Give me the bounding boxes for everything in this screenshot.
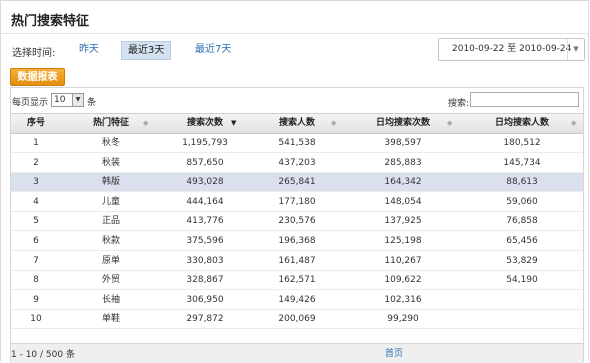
row-daily-searcher-count: 59,060: [506, 196, 538, 207]
row-searcher-count: 200,069: [278, 314, 316, 325]
column-header-daily-search-count[interactable]: 日均搜索次数: [345, 114, 461, 133]
row-feature: 正品: [101, 216, 120, 227]
row-feature: 秋款: [101, 236, 120, 246]
row-search-count: 1,195,793: [182, 138, 228, 148]
table-row[interactable]: 8 外贸 328,867 162,571 109,622 54,190: [11, 271, 583, 291]
column-header-daily-searcher-count[interactable]: 日均搜索人数: [461, 114, 583, 133]
row-index: 2: [33, 157, 39, 168]
row-feature: 秋冬: [101, 138, 120, 148]
row-search-count: 328,867: [186, 275, 224, 286]
row-searcher-count: 162,571: [278, 275, 316, 286]
row-index: 8: [33, 275, 39, 286]
row-index: 6: [33, 236, 39, 246]
row-daily-search-count: 125,198: [384, 236, 422, 246]
row-searcher-count: 265,841: [278, 177, 316, 188]
row-index: 1: [33, 138, 39, 148]
row-searcher-count: 161,487: [278, 255, 316, 266]
title-divider: [0, 33, 589, 34]
row-search-count: 306,950: [186, 294, 224, 305]
table-row[interactable]: 9 长袖 306,950 149,426 102,316: [11, 291, 583, 310]
row-search-count: 493,028: [186, 177, 224, 188]
row-daily-search-count: 99,290: [387, 314, 419, 325]
row-feature: 长袖: [101, 294, 120, 305]
row-searcher-count: 196,368: [278, 236, 316, 246]
time-option-last-3-days[interactable]: 最近3天: [121, 41, 172, 60]
row-search-count: 375,596: [186, 236, 224, 246]
search-input[interactable]: [470, 92, 579, 107]
row-feature: 韩版: [101, 177, 120, 188]
row-searcher-count: 149,426: [278, 294, 316, 305]
time-filter-label: 选择时间:: [12, 48, 56, 59]
row-searcher-count: 230,576: [278, 216, 316, 227]
row-daily-search-count: 164,342: [384, 177, 422, 188]
row-feature: 原单: [101, 255, 120, 266]
table-row[interactable]: 6 秋款 375,596 196,368 125,198 65,456: [11, 232, 583, 251]
table-header: 序号 热门特征 ◆ 搜索次数 ▼ 搜索人数 ◆ 日均搜索次数 ◆ 日均搜索人数 …: [11, 113, 583, 134]
chevron-down-icon[interactable]: ▼: [567, 39, 584, 60]
per-page-value: 10: [54, 95, 66, 105]
pagination-info: 1 - 10 / 500 条: [11, 350, 75, 360]
row-daily-searcher-count: 145,734: [503, 157, 541, 168]
first-page-link[interactable]: 首页: [385, 346, 403, 359]
row-search-count: 413,776: [186, 216, 224, 227]
chevron-down-icon: ▼: [72, 94, 83, 106]
table-row[interactable]: 1 秋冬 1,195,793 541,538 398,597 180,512: [11, 134, 583, 153]
row-daily-search-count: 148,054: [384, 196, 422, 207]
sort-icon[interactable]: ◆: [143, 114, 148, 133]
row-daily-search-count: 398,597: [384, 138, 422, 148]
sort-icon[interactable]: ◆: [571, 114, 576, 133]
row-daily-searcher-count: 53,829: [506, 255, 538, 266]
search-label: 搜索:: [448, 99, 470, 109]
row-daily-search-count: 102,316: [384, 294, 422, 305]
row-daily-search-count: 110,267: [384, 255, 422, 266]
table-row[interactable]: 10 单鞋 297,872 200,069 99,290: [11, 310, 583, 330]
date-range-picker[interactable]: 2010-09-22 至 2010-09-24 ▼: [438, 38, 585, 61]
row-daily-searcher-count: 76,858: [506, 216, 538, 227]
time-option-yesterday[interactable]: 昨天: [73, 41, 105, 58]
table-row[interactable]: 4 儿童 444,164 177,180 148,054 59,060: [11, 193, 583, 212]
row-daily-searcher-count: 54,190: [506, 275, 538, 286]
sort-icon[interactable]: ◆: [331, 114, 336, 133]
row-searcher-count: 177,180: [278, 196, 316, 207]
date-from: 2010-09-22: [452, 44, 505, 54]
table-row[interactable]: 5 正品 413,776 230,576 137,925 76,858: [11, 212, 583, 232]
row-daily-search-count: 285,883: [384, 157, 422, 168]
row-daily-searcher-count: 180,512: [503, 138, 541, 148]
row-daily-search-count: 137,925: [384, 216, 422, 227]
row-index: 10: [30, 314, 42, 325]
table-row[interactable]: 2 秋装 857,650 437,203 285,883 145,734: [11, 154, 583, 173]
date-to: 2010-09-24: [519, 44, 572, 54]
time-option-last-7-days[interactable]: 最近7天: [189, 41, 237, 58]
sort-icon[interactable]: ◆: [447, 114, 452, 133]
row-searcher-count: 541,538: [278, 138, 316, 148]
data-report-button[interactable]: 数据报表: [10, 68, 65, 86]
row-search-count: 330,803: [186, 255, 224, 266]
row-search-count: 297,872: [186, 314, 224, 325]
row-index: 7: [33, 255, 39, 266]
table-row[interactable]: 7 原单 330,803 161,487 110,267 53,829: [11, 252, 583, 271]
per-page-unit: 条: [87, 98, 97, 108]
table-row[interactable]: 3 韩版 493,028 265,841 164,342 88,613: [11, 173, 583, 193]
column-header-index: 序号: [26, 118, 45, 128]
row-daily-searcher-count: 88,613: [506, 177, 538, 188]
row-feature: 单鞋: [101, 314, 120, 325]
row-index: 9: [33, 294, 39, 305]
per-page-label: 每页显示: [12, 98, 49, 108]
row-feature: 儿童: [101, 196, 120, 207]
row-index: 3: [33, 177, 39, 188]
date-separator: 至: [507, 44, 517, 54]
row-daily-searcher-count: 65,456: [506, 236, 538, 246]
row-searcher-count: 437,203: [278, 157, 316, 168]
row-search-count: 857,650: [186, 157, 224, 168]
sort-desc-icon[interactable]: ▼: [231, 114, 236, 133]
row-feature: 外贸: [101, 275, 120, 286]
panel-title: 热门搜索特征: [11, 14, 90, 29]
row-search-count: 444,164: [186, 196, 224, 207]
row-index: 5: [33, 216, 39, 227]
row-feature: 秋装: [101, 157, 120, 168]
row-index: 4: [33, 196, 39, 207]
row-daily-search-count: 109,622: [384, 275, 422, 286]
per-page-select[interactable]: 10 ▼: [51, 93, 84, 107]
table-footer: 1 - 10 / 500 条 首页: [11, 343, 583, 363]
